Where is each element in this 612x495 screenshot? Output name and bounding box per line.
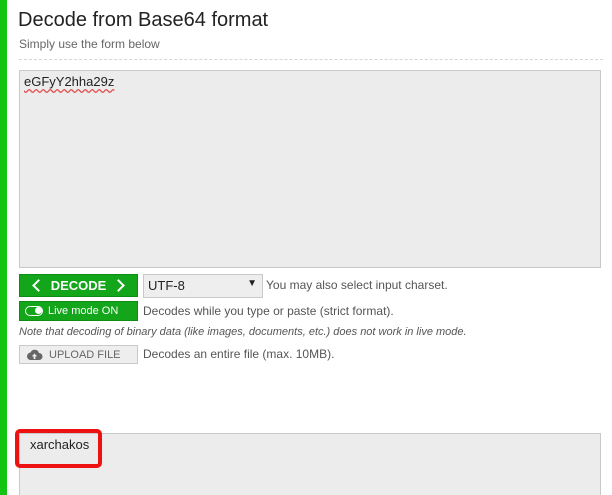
chevron-right-icon: [112, 279, 126, 292]
decoded-output-textarea[interactable]: xarchakos: [19, 433, 601, 495]
page: Decode from Base64 format Simply use the…: [0, 0, 612, 495]
upload-file-label: UPLOAD FILE: [49, 348, 121, 361]
output-text: xarchakos: [30, 437, 90, 452]
live-mode-toggle[interactable]: Live mode ON: [19, 301, 138, 321]
left-accent-bar: [0, 0, 7, 495]
live-mode-note: Note that decoding of binary data (like …: [19, 326, 467, 338]
toggle-on-icon: [25, 306, 43, 316]
charset-select[interactable]: UTF-8 ▼: [143, 274, 263, 298]
live-mode-hint: Decodes while you type or paste (strict …: [143, 304, 394, 318]
chevron-left-icon: [31, 279, 45, 292]
upload-file-button[interactable]: UPLOAD FILE: [19, 345, 138, 364]
page-title: Decode from Base64 format: [18, 9, 269, 31]
base64-input-textarea[interactable]: eGFyY2hha29z: [19, 70, 601, 268]
page-subtitle: Simply use the form below: [19, 37, 160, 51]
charset-hint: You may also select input charset.: [266, 278, 448, 292]
cloud-upload-icon: [27, 349, 43, 360]
decode-button[interactable]: DECODE: [19, 274, 138, 297]
decode-button-label: DECODE: [50, 278, 107, 293]
upload-hint: Decodes an entire file (max. 10MB).: [143, 347, 335, 361]
divider: [19, 59, 603, 60]
charset-select-value: UTF-8: [148, 278, 185, 293]
caret-down-icon: ▼: [247, 278, 257, 289]
input-text: eGFyY2hha29z: [24, 74, 115, 89]
live-mode-label: Live mode ON: [48, 305, 119, 317]
